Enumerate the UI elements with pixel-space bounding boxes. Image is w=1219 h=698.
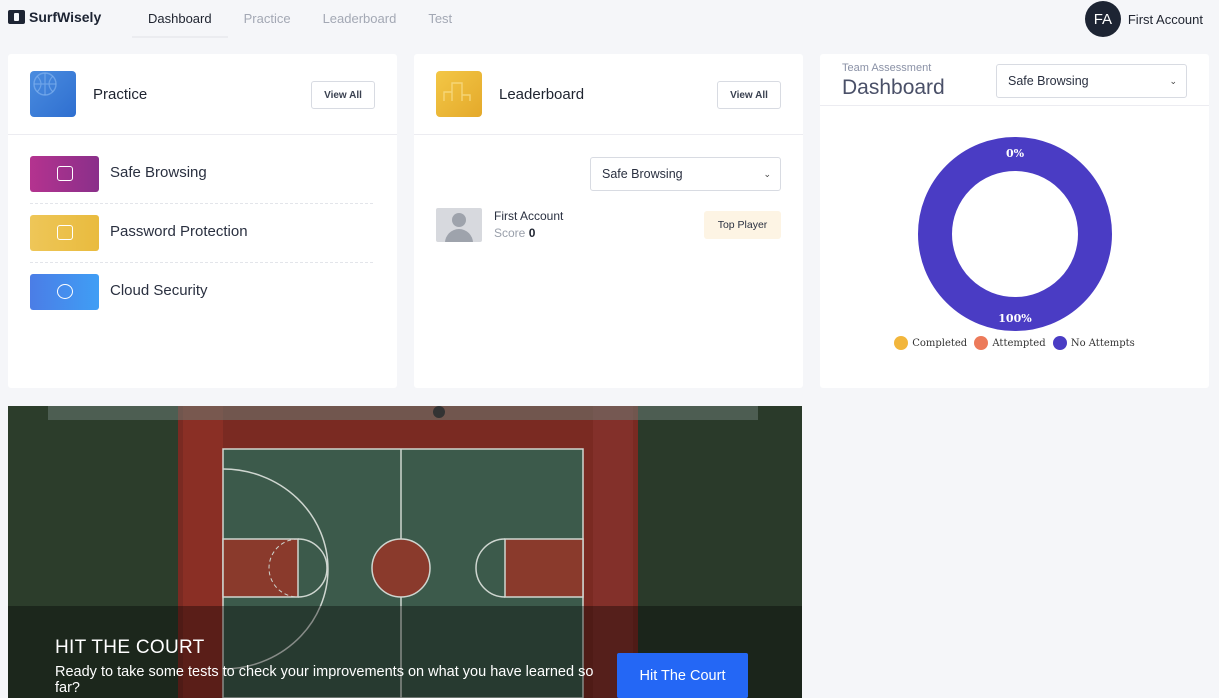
divider bbox=[30, 262, 373, 263]
password-icon bbox=[57, 225, 73, 240]
banner-title: HIT THE COURT bbox=[55, 637, 205, 658]
nav-practice[interactable]: Practice bbox=[228, 0, 307, 38]
practice-item-label: Password Protection bbox=[110, 223, 248, 240]
legend-label: No Attempts bbox=[1070, 337, 1135, 349]
cloud-lock-icon bbox=[57, 284, 73, 299]
avatar bbox=[436, 208, 482, 242]
practice-item-cloud-security[interactable]: Cloud Security bbox=[30, 274, 373, 310]
leaderboard-title: Leaderboard bbox=[499, 86, 585, 103]
donut-slice-no-attempts[interactable] bbox=[918, 137, 1112, 331]
user-name[interactable]: First Account bbox=[1128, 12, 1203, 27]
divider bbox=[30, 203, 373, 204]
browser-lock-icon bbox=[57, 166, 73, 181]
user-avatar[interactable]: FA bbox=[1084, 1, 1121, 37]
leaderboard-player-score: Score 0 bbox=[494, 226, 535, 240]
donut-data-label: 0% bbox=[1006, 147, 1025, 160]
leaderboard-filter-select[interactable]: Safe Browsing ⌄ bbox=[590, 157, 781, 191]
app-name: SurfWisely bbox=[29, 9, 102, 25]
legend-item-no-attempts[interactable]: No Attempts bbox=[1052, 336, 1135, 350]
leaderboard-filter-value: Safe Browsing bbox=[602, 167, 683, 181]
top-player-badge: Top Player bbox=[704, 211, 781, 239]
score-value: 0 bbox=[528, 226, 536, 240]
practice-item-label: Cloud Security bbox=[110, 282, 208, 299]
practice-view-all-button[interactable]: View All bbox=[311, 81, 375, 109]
practice-item-password-protection[interactable]: Password Protection bbox=[30, 215, 373, 251]
practice-card-header: Practice View All bbox=[8, 54, 397, 135]
user-menu[interactable]: FA First Account bbox=[1084, 1, 1203, 37]
nav-test[interactable]: Test bbox=[412, 0, 468, 38]
assessment-donut-chart: 0% 100% bbox=[918, 137, 1112, 331]
hit-the-court-banner: HIT THE COURT Ready to take some tests t… bbox=[8, 406, 802, 698]
globe-icon bbox=[30, 71, 76, 117]
nav-leaderboard[interactable]: Leaderboard bbox=[307, 0, 413, 38]
chart-legend: Completed Attempted No Attempts bbox=[820, 336, 1209, 353]
legend-label: Attempted bbox=[992, 337, 1046, 349]
practice-thumb bbox=[30, 215, 99, 251]
leaderboard-view-all-button[interactable]: View All bbox=[717, 81, 781, 109]
practice-item-label: Safe Browsing bbox=[110, 164, 207, 181]
podium-icon bbox=[436, 71, 482, 117]
banner-text: Ready to take some tests to check your i… bbox=[55, 664, 594, 696]
top-navbar: SurfWisely Dashboard Practice Leaderboar… bbox=[0, 0, 1219, 38]
logo[interactable]: SurfWisely bbox=[8, 9, 101, 25]
chevron-down-icon: ⌄ bbox=[763, 169, 771, 179]
practice-title: Practice bbox=[93, 86, 148, 103]
leaderboard-player-name: First Account bbox=[494, 209, 564, 223]
score-label: Score bbox=[494, 226, 526, 240]
donut-data-label: 100% bbox=[998, 312, 1032, 325]
legend-item-completed[interactable]: Completed bbox=[894, 336, 967, 350]
practice-thumb bbox=[30, 274, 99, 310]
legend-label: Completed bbox=[912, 337, 968, 349]
logo-icon bbox=[8, 10, 25, 24]
leaderboard-card-header: Leaderboard View All bbox=[414, 54, 803, 135]
legend-item-attempted[interactable]: Attempted bbox=[974, 336, 1046, 350]
nav-dashboard[interactable]: Dashboard bbox=[132, 0, 228, 38]
practice-thumb bbox=[30, 156, 99, 192]
leaderboard-card: Leaderboard View All Safe Browsing ⌄ Fir… bbox=[414, 54, 803, 388]
practice-card: Practice View All Safe Browsing Password… bbox=[8, 54, 397, 388]
hit-the-court-button[interactable]: Hit The Court bbox=[617, 653, 748, 698]
practice-item-safe-browsing[interactable]: Safe Browsing bbox=[30, 156, 373, 192]
team-assessment-card: Team Assessment Dashboard Safe Browsing … bbox=[820, 54, 1209, 388]
nav-links: Dashboard Practice Leaderboard Test bbox=[132, 0, 468, 38]
